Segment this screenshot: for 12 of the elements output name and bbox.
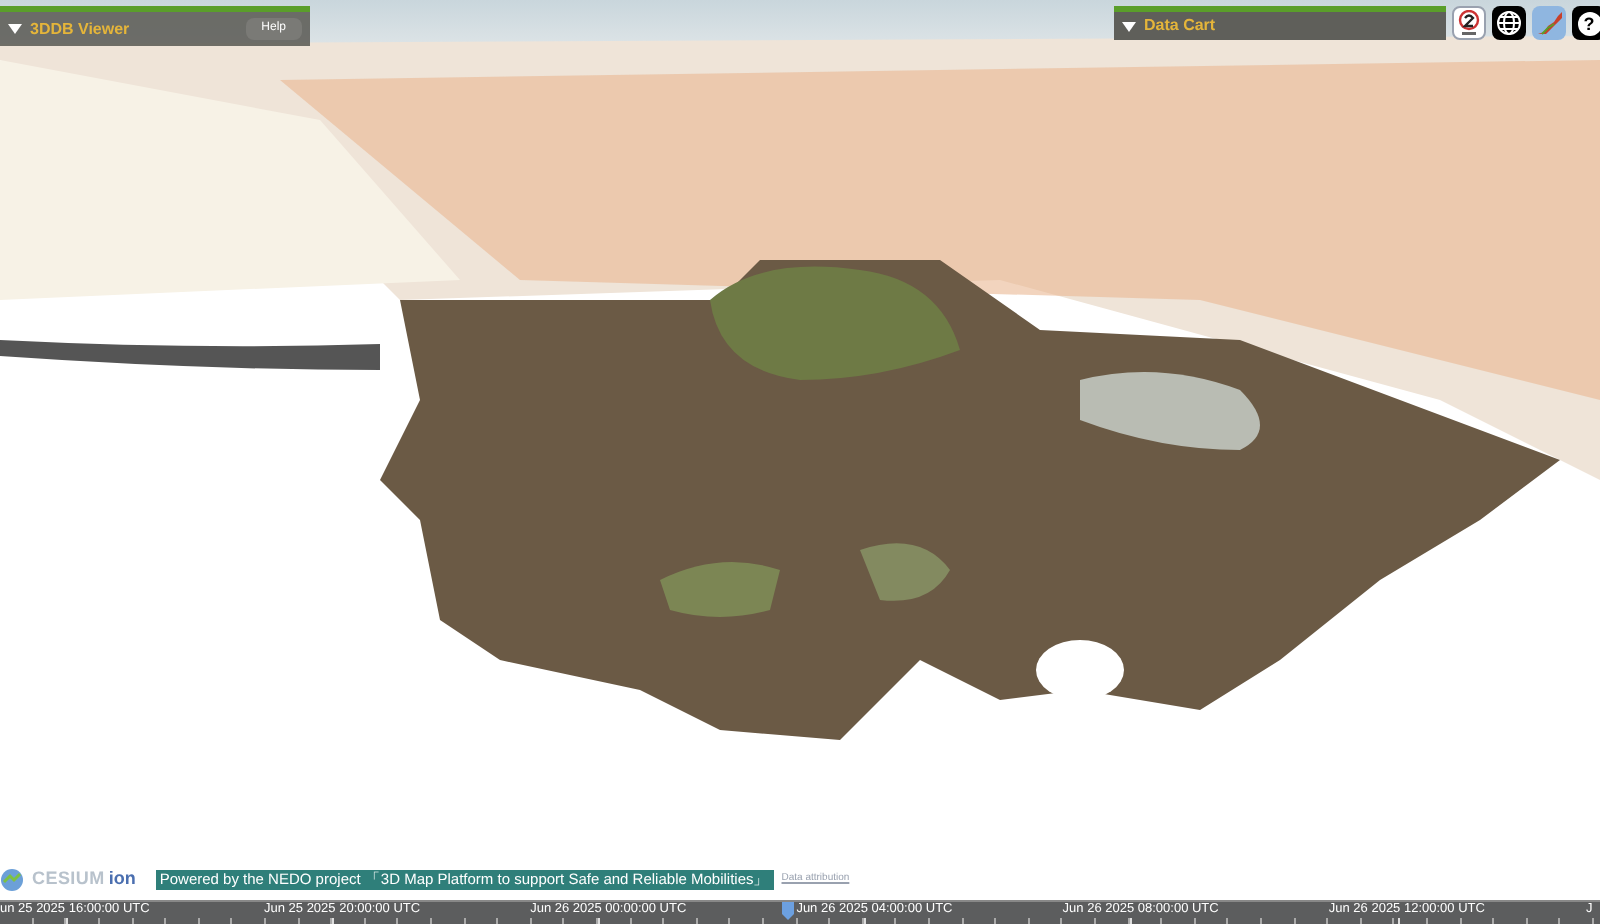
panel-title: Data Cart bbox=[1144, 14, 1216, 38]
help-button[interactable]: ? bbox=[1572, 6, 1600, 40]
data-cart-panel-header[interactable]: Data Cart bbox=[1114, 12, 1446, 40]
caret-icon[interactable] bbox=[1122, 21, 1136, 31]
2d-3d-toggle-icon[interactable] bbox=[1452, 6, 1486, 40]
map-icon[interactable] bbox=[1532, 6, 1566, 40]
panel-title: 3DDB Viewer bbox=[30, 17, 130, 41]
cesium-logo-icon bbox=[0, 868, 24, 892]
time-marker-icon[interactable] bbox=[782, 902, 794, 920]
logo-text: ion bbox=[108, 866, 136, 893]
globe-icon[interactable] bbox=[1492, 6, 1526, 40]
logo-text: CESIUM bbox=[32, 866, 105, 893]
